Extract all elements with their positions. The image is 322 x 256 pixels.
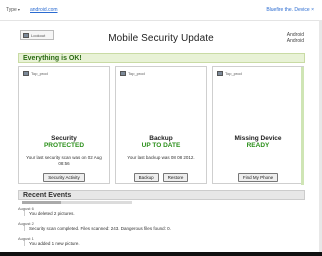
event-text: Security scan completed. Files scanned: … — [24, 226, 305, 231]
card-heading: Missing Device — [234, 135, 282, 142]
header: Lookout Mobile Security Update Android A… — [12, 24, 310, 52]
security-activity-button[interactable]: Security Activity — [43, 173, 85, 182]
status-banner: Everything is OK! — [18, 53, 305, 63]
recent-events-heading: Recent Events — [18, 190, 305, 200]
card-actions: Backup Restore — [116, 173, 206, 182]
device-link[interactable]: Bluefire the. Device × — [266, 7, 314, 13]
card-actions: Find My Phone — [213, 173, 303, 182]
image-icon — [23, 71, 29, 76]
card-top-label: Top_prod — [225, 71, 242, 76]
card-status: UP TO DATE — [141, 142, 181, 149]
status-cards: Top_prod Security PROTECTED Your last se… — [18, 66, 305, 186]
find-my-phone-button[interactable]: Find My Phone — [237, 173, 279, 182]
backup-button[interactable]: Backup — [133, 173, 159, 182]
card-top: Top_prod — [120, 71, 145, 76]
security-card: Top_prod Security PROTECTED Your last se… — [18, 66, 110, 184]
restore-button[interactable]: Restore — [162, 173, 189, 182]
image-icon — [217, 71, 223, 76]
progress-bar — [22, 201, 132, 204]
top-bar: Type▾ android.com Bluefire the. Device × — [0, 0, 322, 21]
card-status: PROTECTED — [43, 142, 85, 149]
email-body: Lookout Mobile Security Update Android A… — [12, 24, 310, 254]
missing-device-card: Top_prod Missing Device READY Find My Ph… — [212, 66, 304, 185]
card-detail: Your last security scan was on 02 Aug 08… — [26, 155, 102, 166]
card-detail: Your last backup was 08 08 2012. — [127, 155, 195, 160]
card-heading: Backup — [149, 135, 173, 142]
list-item: August 1 You added 1 new picture. — [18, 236, 305, 246]
image-icon — [120, 71, 126, 76]
account-link[interactable]: android.com — [30, 7, 58, 13]
chevron-down-icon: ▾ — [17, 7, 20, 12]
card-actions: Security Activity — [19, 173, 109, 182]
taskbar — [0, 252, 322, 256]
card-heading: Security — [51, 135, 77, 142]
card-top: Top_prod — [217, 71, 242, 76]
page-title: Mobile Security Update — [108, 33, 214, 44]
event-text: You added 1 new picture. — [24, 241, 305, 246]
card-accent — [301, 67, 304, 185]
device-line-2: Android — [286, 38, 304, 44]
device-label: Android Android — [287, 32, 304, 44]
card-status: READY — [246, 142, 270, 149]
events-list: August 6 You deleted 2 pictures. August … — [18, 206, 305, 251]
list-item: August 2 Security scan completed. Files … — [18, 221, 305, 231]
type-menu[interactable]: Type▾ — [6, 7, 20, 13]
event-text: You deleted 2 pictures. — [24, 211, 305, 216]
backup-card: Top_prod Backup UP TO DATE Your last bac… — [115, 66, 207, 184]
progress-fill — [22, 201, 61, 204]
card-top-label: Top_prod — [31, 71, 48, 76]
card-top-label: Top_prod — [128, 71, 145, 76]
list-item: August 6 You deleted 2 pictures. — [18, 206, 305, 216]
type-label: Type — [6, 7, 17, 13]
card-top: Top_prod — [23, 71, 48, 76]
